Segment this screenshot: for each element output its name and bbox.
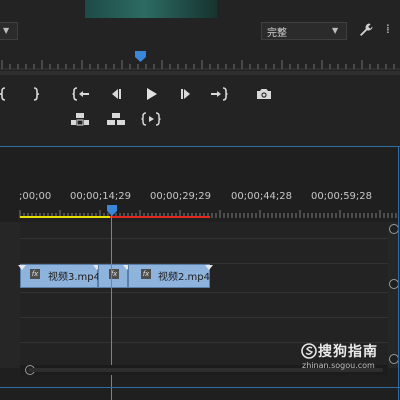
trim-button[interactable] bbox=[141, 110, 161, 128]
video-clip[interactable]: fx 视频3.mp4 bbox=[18, 264, 101, 288]
transition-marker bbox=[18, 265, 26, 270]
extract-button[interactable] bbox=[106, 110, 126, 128]
chevron-down-icon: ▼ bbox=[3, 26, 10, 35]
camera-icon bbox=[257, 89, 271, 99]
mark-out-icon bbox=[33, 87, 40, 101]
program-monitor: ▼ 完整 ▼ ⁞ bbox=[0, 0, 400, 146]
wrench-icon[interactable] bbox=[357, 21, 375, 39]
watermark: 搜狗指南 zhinan.sogou.com bbox=[301, 343, 400, 377]
step-forward-icon bbox=[181, 89, 190, 99]
video-clip[interactable]: fx 视频2.mp4 bbox=[128, 264, 213, 288]
mark-out-button[interactable] bbox=[25, 85, 45, 103]
playback-resolution-value: 完整 bbox=[267, 28, 287, 39]
watermark-url: zhinan.sogou.com bbox=[302, 361, 375, 370]
more-icon[interactable]: ⁞ bbox=[386, 22, 390, 36]
zoom-dropdown[interactable]: ▼ bbox=[0, 22, 18, 40]
go-to-out-button[interactable] bbox=[209, 85, 229, 103]
go-to-in-button[interactable] bbox=[71, 85, 91, 103]
go-to-out-icon bbox=[211, 87, 228, 101]
unrendered-bar bbox=[110, 216, 210, 218]
chevron-down-icon: ▼ bbox=[332, 26, 339, 35]
watermark-title: 搜狗指南 bbox=[318, 344, 378, 360]
track-divider bbox=[20, 238, 400, 239]
export-frame-button[interactable] bbox=[254, 85, 274, 103]
video-preview-frame bbox=[85, 0, 217, 18]
track-divider bbox=[20, 317, 400, 318]
lift-button[interactable] bbox=[70, 110, 90, 128]
monitor-playhead[interactable] bbox=[134, 50, 147, 63]
timeline-panel: ;00;00 00;00;14;29 00;00;29;29 00;00;44;… bbox=[0, 147, 400, 400]
track-divider bbox=[20, 292, 400, 293]
clip-label: 视频2.mp4 bbox=[158, 272, 210, 283]
play-icon bbox=[147, 88, 157, 100]
step-back-icon bbox=[112, 89, 121, 99]
video-clip[interactable]: fx bbox=[98, 264, 131, 288]
monitor-scrollbar[interactable] bbox=[0, 71, 400, 75]
sogou-logo-icon bbox=[301, 343, 317, 359]
clip-label: 视频3.mp4 bbox=[48, 272, 100, 283]
lift-icon bbox=[71, 113, 89, 126]
fx-badge-icon: fx bbox=[30, 269, 40, 279]
play-button[interactable] bbox=[141, 85, 161, 103]
timecode-label: ;00;00 bbox=[19, 191, 52, 202]
extract-icon bbox=[107, 113, 125, 125]
panel-bottom-border bbox=[0, 387, 400, 388]
trim-icon bbox=[141, 112, 161, 126]
go-to-in-icon bbox=[72, 87, 89, 101]
monitor-time-ruler[interactable] bbox=[0, 48, 400, 70]
mark-in-button[interactable] bbox=[0, 85, 14, 103]
timeline-playhead[interactable] bbox=[106, 204, 118, 217]
timecode-label: 00;00;14;29 bbox=[70, 191, 132, 202]
timecode-label: 00;00;59;28 bbox=[311, 191, 373, 202]
fx-badge-icon: fx bbox=[141, 269, 151, 279]
track-headers bbox=[0, 222, 20, 368]
rendered-bar bbox=[20, 216, 110, 218]
playback-resolution-dropdown[interactable]: 完整 ▼ bbox=[261, 22, 347, 40]
step-back-button[interactable] bbox=[106, 85, 126, 103]
timecode-label: 00;00;44;28 bbox=[231, 191, 293, 202]
timecode-label: 00;00;29;29 bbox=[150, 191, 212, 202]
step-forward-button[interactable] bbox=[176, 85, 196, 103]
transition-marker bbox=[205, 265, 213, 270]
mark-in-icon bbox=[0, 87, 6, 101]
